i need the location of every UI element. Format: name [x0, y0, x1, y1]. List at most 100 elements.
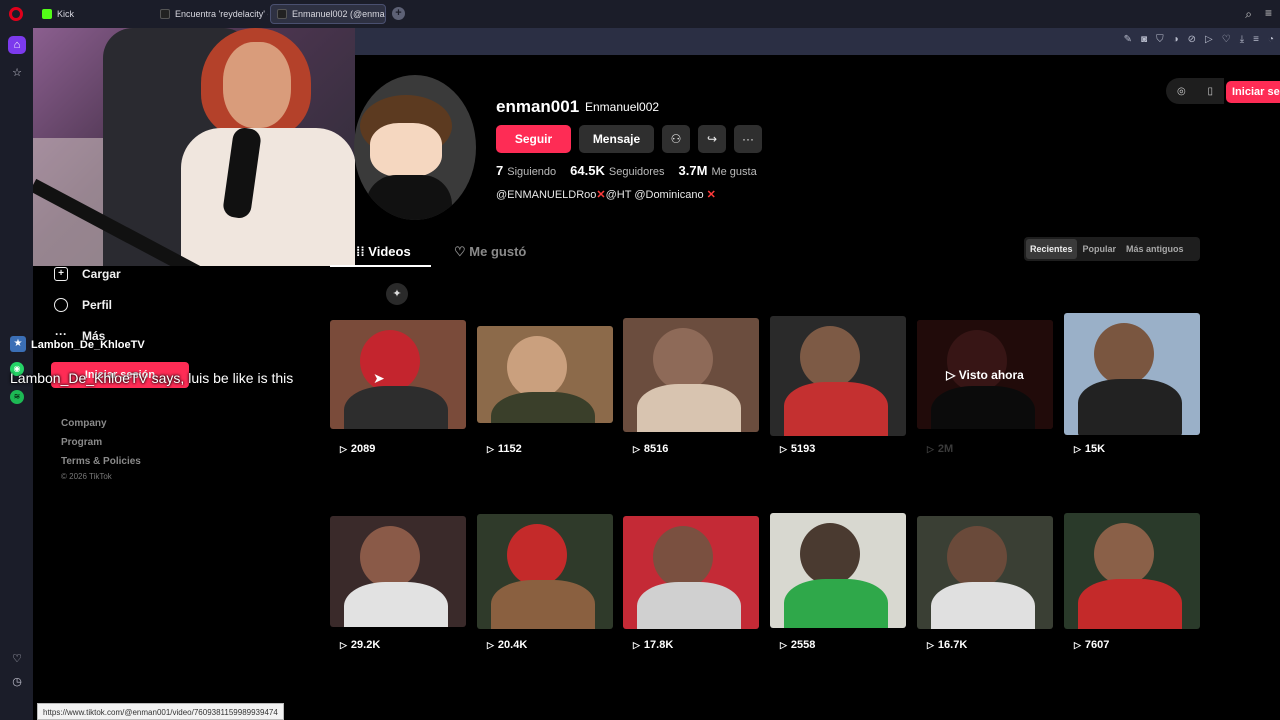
download-icon[interactable]: ⤓ — [1240, 34, 1244, 45]
video-thumbnail[interactable] — [1064, 513, 1200, 629]
cam-face — [223, 42, 291, 128]
vpn-icon[interactable]: ◑ — [1173, 34, 1179, 45]
sort-toggle: Recientes Popular Más antiguos — [1024, 237, 1200, 261]
tab-search-icon[interactable]: ⌕ — [1245, 7, 1252, 22]
view-count: ▷ 2558 — [780, 639, 815, 651]
edit-icon[interactable]: ✎ — [1124, 34, 1132, 45]
top-right-controls: ◎ ▯ — [1166, 78, 1224, 104]
video-thumbnail[interactable] — [623, 318, 759, 432]
view-count: ▷ 1152 — [487, 443, 522, 455]
thumbnail-subject-body — [784, 579, 888, 628]
play-icon[interactable]: ▷ — [1205, 34, 1213, 45]
star-icon[interactable]: ☆ — [8, 64, 26, 82]
stat-likes: 3.7M Me gusta — [679, 163, 757, 178]
view-count: ▷ 7607 — [1074, 639, 1109, 651]
profile-nickname: Enmanuel002 — [585, 100, 660, 114]
tab-profile[interactable]: Enmanuel002 (@enman0 — [270, 4, 386, 24]
play-icon: ▷ — [780, 443, 787, 454]
play-icon: ▷ — [633, 443, 640, 454]
phone-icon[interactable]: ▯ — [1208, 86, 1214, 97]
video-thumbnail[interactable] — [770, 316, 906, 436]
video-thumbnail[interactable] — [477, 326, 613, 423]
stat-following[interactable]: 7 Siguiendo — [496, 163, 556, 178]
video-thumbnail[interactable] — [623, 516, 759, 629]
watched-now-overlay: ▷ Visto ahora — [917, 320, 1053, 429]
more-options-button[interactable]: ··· — [734, 125, 762, 153]
tab-label: Videos — [368, 244, 411, 259]
footer-link-company[interactable]: Company — [61, 418, 107, 429]
copyright: © 2026 TikTok — [61, 472, 112, 481]
sort-popular[interactable]: Popular — [1079, 239, 1121, 259]
avatar-body — [366, 175, 452, 220]
compass-icon[interactable]: ◎ — [1177, 86, 1186, 97]
address-bar-tools: ✎ ◙ ⛉ ◑ ⊘ ▷ ♡ ⤓ ≡ ◔ — [1124, 34, 1274, 45]
view-count-value: 16.7K — [937, 639, 968, 651]
sort-oldest[interactable]: Más antiguos — [1122, 239, 1188, 259]
heart-icon[interactable]: ♡ — [8, 650, 26, 668]
tab-label: Encuentra 'reydelacity' en — [175, 9, 268, 19]
thumbnail-subject — [800, 326, 860, 388]
thumbnail-subject-body — [637, 384, 741, 432]
profile-avatar[interactable] — [354, 75, 476, 220]
plus-square-icon: + — [54, 267, 68, 281]
video-thumbnail[interactable] — [330, 516, 466, 627]
spotify-icon[interactable]: ≋ — [10, 390, 24, 404]
new-tab-button[interactable]: + — [392, 7, 405, 20]
play-icon: ▷ — [780, 639, 787, 650]
video-thumbnail[interactable]: ▷ Visto ahora — [917, 320, 1053, 429]
history-clock-icon[interactable]: ◷ — [8, 673, 26, 691]
sparkle-icon[interactable]: ✦ — [386, 283, 408, 305]
cam-body — [181, 128, 355, 266]
video-thumbnail[interactable] — [917, 516, 1053, 629]
profile-username: enman001 — [496, 97, 580, 116]
video-thumbnail[interactable] — [477, 514, 613, 629]
menu-icon[interactable]: ≡ — [1253, 34, 1259, 45]
stat-followers[interactable]: 64.5K Seguidores — [570, 163, 664, 178]
adblock-icon[interactable]: ⊘ — [1188, 34, 1196, 45]
tab-kick[interactable]: Kick — [36, 4, 148, 24]
tab-menu-icon[interactable]: ≡ — [1265, 6, 1272, 20]
profile-stats: 7 Siguiendo 64.5K Seguidores 3.7M Me gusta — [496, 163, 757, 178]
view-count: ▷ 17.8K — [633, 639, 673, 651]
footer-link-program[interactable]: Program — [61, 437, 102, 448]
bio-text: @ENMANUELDRoo — [496, 189, 597, 201]
stat-value: 7 — [496, 163, 504, 178]
heart-icon[interactable]: ♡ — [1222, 34, 1231, 45]
tab-videos[interactable]: ⁞⁞ Videos — [356, 244, 411, 259]
heart-icon: ♡ — [454, 244, 470, 259]
play-icon: ▷ — [633, 639, 640, 650]
red-x-icon: ✕ — [596, 189, 606, 201]
view-count-value: 1152 — [497, 443, 522, 455]
add-friend-button[interactable]: ⚇ — [662, 125, 690, 153]
stat-label: Seguidores — [608, 166, 665, 178]
home-icon[interactable]: ⌂ — [8, 36, 26, 54]
footer-link-terms[interactable]: Terms & Policies — [61, 456, 141, 467]
tab-label: Enmanuel002 (@enman0 — [292, 9, 386, 19]
thumbnail-subject — [653, 328, 713, 390]
view-count-value: 8516 — [643, 443, 669, 455]
video-thumbnail[interactable] — [770, 513, 906, 628]
opera-logo-icon[interactable] — [9, 7, 23, 21]
nav-item-upload[interactable]: + Cargar — [54, 267, 121, 281]
view-count: ▷ 16.7K — [927, 639, 967, 651]
tab-search-results[interactable]: Encuentra 'reydelacity' en — [154, 4, 268, 24]
tab-liked[interactable]: ♡ Me gustó — [454, 244, 526, 260]
avatar-face — [370, 123, 442, 177]
browser-tab-bar: Kick Encuentra 'reydelacity' en Enmanuel… — [0, 0, 1280, 28]
message-button[interactable]: Mensaje — [579, 125, 654, 153]
header-login-button[interactable]: Iniciar sesión — [1226, 81, 1280, 103]
sort-recent[interactable]: Recientes — [1026, 239, 1077, 259]
video-thumbnail[interactable] — [330, 320, 466, 429]
camera-icon[interactable]: ◙ — [1141, 34, 1147, 45]
view-count-value: 20.4K — [497, 639, 528, 651]
shield-icon[interactable]: ⛉ — [1156, 34, 1164, 45]
follow-button[interactable]: Seguir — [496, 125, 571, 153]
nav-item-profile[interactable]: Perfil — [54, 298, 112, 312]
video-thumbnail[interactable] — [1064, 313, 1200, 435]
view-count-value: 17.8K — [643, 639, 674, 651]
red-x-icon: ✕ — [706, 189, 716, 201]
share-button[interactable]: ↪ — [698, 125, 726, 153]
nav-item-label: Perfil — [82, 298, 113, 312]
view-count: ▷ 29.2K — [340, 639, 380, 651]
account-icon[interactable]: ◔ — [1268, 34, 1274, 45]
